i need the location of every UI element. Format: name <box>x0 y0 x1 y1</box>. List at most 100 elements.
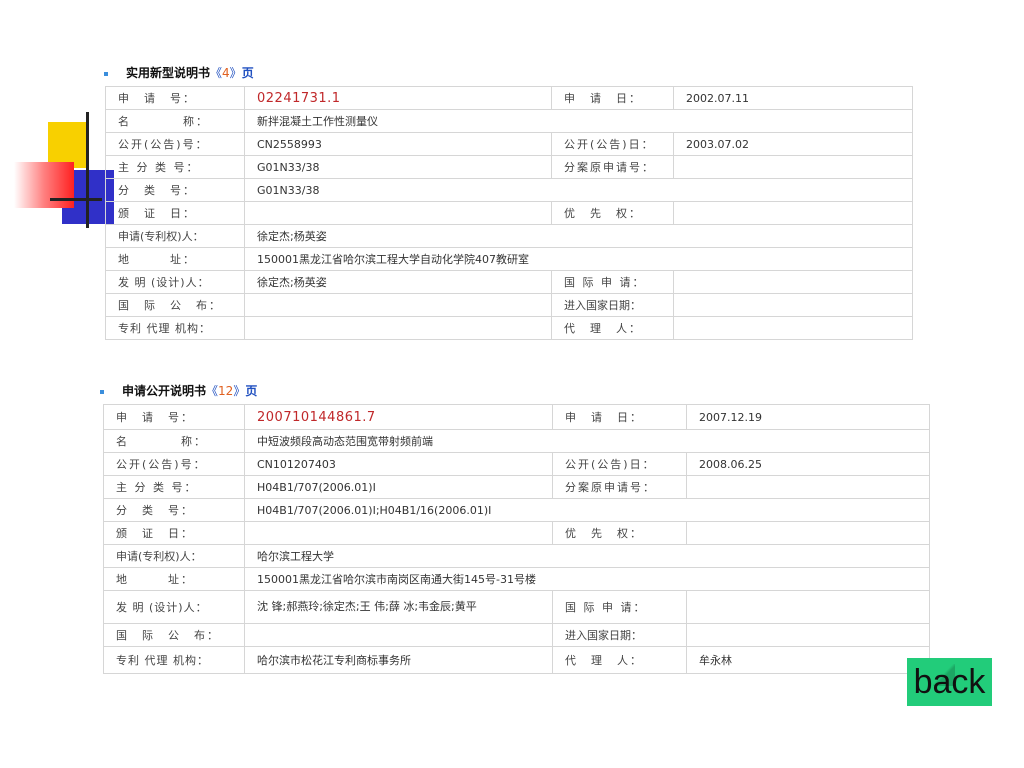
paren-close: 》 <box>229 66 242 80</box>
priority-value <box>686 521 930 545</box>
applicant-label: 申请(专利权)人： <box>103 544 245 568</box>
intl-pub-value <box>244 623 553 647</box>
agent-value <box>673 316 913 340</box>
priority-value <box>673 201 913 225</box>
page-word: 页 <box>241 66 254 80</box>
app-no-value: 200710144861.7 <box>244 404 553 430</box>
app-date-value: 2007.12.19 <box>686 404 930 430</box>
main-class-label: 主 分 类 号： <box>105 155 245 179</box>
paren-open: 《 <box>206 384 219 398</box>
app-no-label: 申 请 号： <box>105 86 245 110</box>
table-row: 名 称： 中短波频段高动态范围宽带射频前端 <box>103 429 930 453</box>
table-row: 申请(专利权)人： 哈尔滨工程大学 <box>103 544 930 568</box>
pub-no-value: CN101207403 <box>244 452 553 476</box>
address-value: 150001黑龙江省哈尔滨市南岗区南通大街145号-31号楼 <box>244 567 930 591</box>
priority-label: 优 先 权： <box>551 201 674 225</box>
table-row: 发 明 (设计)人： 徐定杰;杨英姿 国 际 申 请： <box>105 270 913 294</box>
app-no-value: 02241731.1 <box>244 86 552 110</box>
intl-pub-label: 国 际 公 布： <box>105 293 245 317</box>
agency-label: 专利 代理 机构： <box>103 646 245 674</box>
table-row: 地 址： 150001黑龙江省哈尔滨工程大学自动化学院407教研室 <box>105 247 913 271</box>
app-no-label: 申 请 号： <box>103 404 245 430</box>
grant-date-label: 颁 证 日： <box>103 521 245 545</box>
pub-no-value: CN2558993 <box>244 132 552 156</box>
app-date-value: 2002.07.11 <box>673 86 913 110</box>
agency-label: 专利 代理 机构： <box>105 316 245 340</box>
national-entry-value <box>686 623 930 647</box>
table-row: 申 请 号： 200710144861.7 申 请 日： 2007.12.19 <box>103 404 930 430</box>
applicant-label: 申请(专利权)人： <box>105 224 245 248</box>
table-row: 颁 证 日： 优 先 权： <box>103 521 930 545</box>
paren-close: 》 <box>233 384 246 398</box>
page-word: 页 <box>245 384 258 398</box>
divisional-label: 分案原申请号： <box>552 475 687 499</box>
table-row: 公开(公告)号： CN101207403 公开(公告)日： 2008.06.25 <box>103 452 930 476</box>
grant-date-value <box>244 201 552 225</box>
class-label: 分 类 号： <box>103 498 245 522</box>
grant-date-label: 颁 证 日： <box>105 201 245 225</box>
agency-value: 哈尔滨市松花江专利商标事务所 <box>244 646 553 674</box>
pub-date-label: 公开(公告)日： <box>551 132 674 156</box>
table-row: 专利 代理 机构： 代 理 人： <box>105 316 913 340</box>
table-row: 专利 代理 机构： 哈尔滨市松花江专利商标事务所 代 理 人： 牟永林 <box>103 646 930 674</box>
section-heading-utility-model: 实用新型说明书《4》页 <box>104 64 254 81</box>
intl-app-label: 国 际 申 请： <box>552 590 687 624</box>
national-entry-label: 进入国家日期： <box>552 623 687 647</box>
agent-value: 牟永林 <box>686 646 930 674</box>
name-label: 名 称： <box>103 429 245 453</box>
pub-no-label: 公开(公告)号： <box>103 452 245 476</box>
inventor-label: 发 明 (设计)人： <box>105 270 245 294</box>
address-value: 150001黑龙江省哈尔滨工程大学自动化学院407教研室 <box>244 247 913 271</box>
app-date-label: 申 请 日： <box>552 404 687 430</box>
inventor-value: 沈 锋;郝燕玲;徐定杰;王 伟;薛 冰;韦金辰;黄平 <box>244 590 553 624</box>
pub-date-label: 公开(公告)日： <box>552 452 687 476</box>
main-class-value: G01N33/38 <box>244 155 552 179</box>
main-class-value: H04B1/707(2006.01)I <box>244 475 553 499</box>
app-date-label: 申 请 日： <box>551 86 674 110</box>
inventor-label: 发 明 (设计)人： <box>103 590 245 624</box>
address-label: 地 址： <box>103 567 245 591</box>
red-gradient-square <box>14 162 74 208</box>
main-class-label: 主 分 类 号： <box>103 475 245 499</box>
priority-label: 优 先 权： <box>552 521 687 545</box>
national-entry-label: 进入国家日期： <box>551 293 674 317</box>
table-row: 公开(公告)号： CN2558993 公开(公告)日： 2003.07.02 <box>105 132 913 156</box>
page-count-link[interactable]: 4 <box>222 66 230 80</box>
intl-app-value <box>686 590 930 624</box>
table-row: 分 类 号： G01N33/38 <box>105 178 913 202</box>
name-value: 新拌混凝土工作性测量仪 <box>244 109 913 133</box>
inventor-value: 徐定杰;杨英姿 <box>244 270 552 294</box>
patent-info-table-1: 申 请 号： 02241731.1 申 请 日： 2002.07.11 名 称：… <box>105 86 913 340</box>
table-row: 发 明 (设计)人： 沈 锋;郝燕玲;徐定杰;王 伟;薛 冰;韦金辰;黄平 国 … <box>103 590 930 624</box>
page-count-link[interactable]: 12 <box>218 384 233 398</box>
intl-pub-label: 国 际 公 布： <box>103 623 245 647</box>
class-label: 分 类 号： <box>105 178 245 202</box>
class-value: H04B1/707(2006.01)I;H04B1/16(2006.01)I <box>244 498 930 522</box>
national-entry-value <box>673 293 913 317</box>
table-row: 主 分 类 号： G01N33/38 分案原申请号： <box>105 155 913 179</box>
intl-pub-value <box>244 293 552 317</box>
bullet-icon <box>100 389 104 394</box>
section-heading-publication: 申请公开说明书《12》页 <box>100 382 257 399</box>
name-value: 中短波频段高动态范围宽带射频前端 <box>244 429 930 453</box>
agent-label: 代 理 人： <box>552 646 687 674</box>
table-row: 颁 证 日： 优 先 权： <box>105 201 913 225</box>
bullet-icon <box>104 71 108 76</box>
paren-open: 《 <box>210 66 223 80</box>
table-row: 国 际 公 布： 进入国家日期： <box>103 623 930 647</box>
patent-info-table-2: 申 请 号： 200710144861.7 申 请 日： 2007.12.19 … <box>103 404 930 674</box>
agency-value <box>244 316 552 340</box>
divisional-value <box>686 475 930 499</box>
table-row: 主 分 类 号： H04B1/707(2006.01)I 分案原申请号： <box>103 475 930 499</box>
applicant-value: 哈尔滨工程大学 <box>244 544 930 568</box>
agent-label: 代 理 人： <box>551 316 674 340</box>
back-button[interactable]: back <box>907 658 992 706</box>
intl-app-label: 国 际 申 请： <box>551 270 674 294</box>
section-title: 实用新型说明书 <box>126 66 211 80</box>
table-row: 分 类 号： H04B1/707(2006.01)I;H04B1/16(2006… <box>103 498 930 522</box>
pub-date-value: 2008.06.25 <box>686 452 930 476</box>
table-row: 国 际 公 布： 进入国家日期： <box>105 293 913 317</box>
table-row: 申请(专利权)人： 徐定杰;杨英姿 <box>105 224 913 248</box>
divisional-label: 分案原申请号： <box>551 155 674 179</box>
divisional-value <box>673 155 913 179</box>
